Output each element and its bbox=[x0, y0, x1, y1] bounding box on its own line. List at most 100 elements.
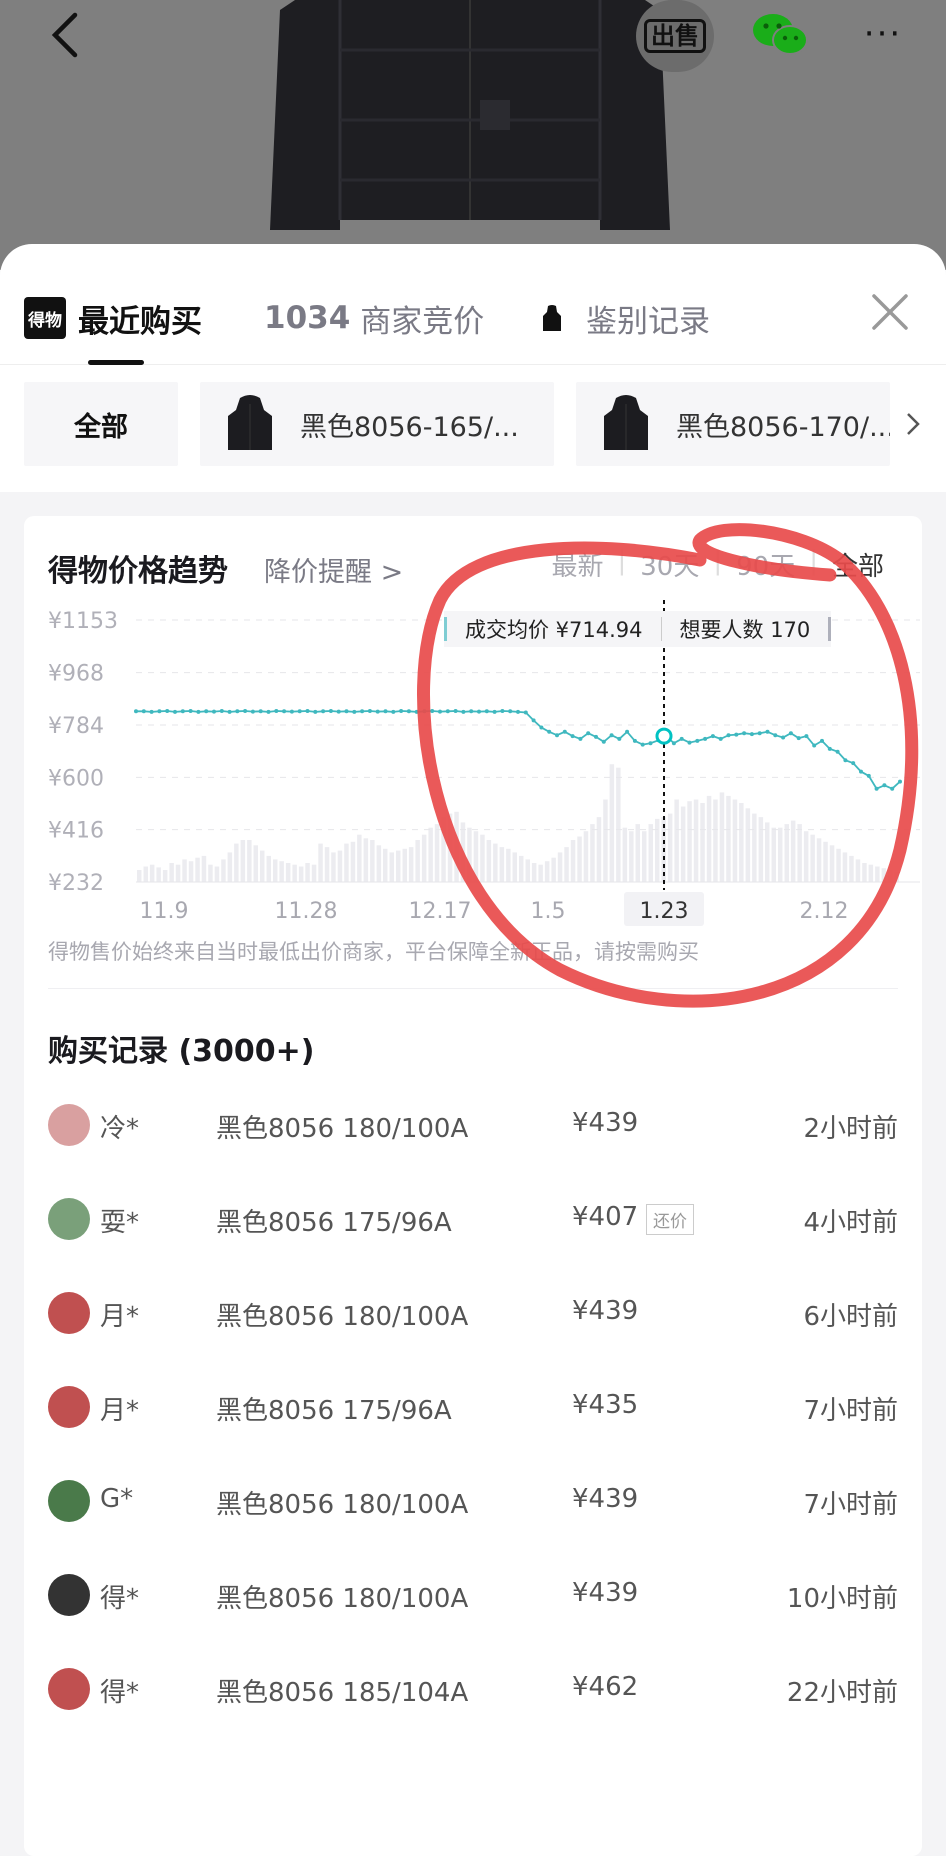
record-sku: 黑色8056 180/100A bbox=[216, 1302, 469, 1332]
volume-bar bbox=[357, 834, 362, 882]
price-point bbox=[562, 729, 567, 734]
price-point bbox=[328, 709, 333, 713]
price-point bbox=[282, 709, 287, 714]
record-time: 10小时前 bbox=[786, 1584, 898, 1614]
price-point bbox=[734, 732, 739, 737]
filter-chip-sku[interactable]: 黑色8056-165/... bbox=[200, 382, 554, 466]
range-tab-latest[interactable]: 最新 bbox=[537, 546, 617, 583]
volume-bar bbox=[214, 866, 220, 882]
volume-bar bbox=[499, 847, 505, 882]
price-point bbox=[289, 709, 294, 714]
price-point bbox=[243, 709, 248, 713]
volume-bar bbox=[376, 845, 382, 882]
purchase-records-title: 购买记录 (3000+) bbox=[48, 1034, 315, 1069]
price-point bbox=[414, 709, 419, 714]
price-point bbox=[742, 731, 747, 736]
price-point bbox=[180, 709, 185, 714]
tab-label: 鉴别记录 bbox=[586, 303, 710, 340]
record-sku: 黑色8056 185/104A bbox=[216, 1678, 469, 1708]
filter-chip-sku[interactable]: 黑色8056-170/... bbox=[576, 382, 890, 466]
jacket-image bbox=[270, 0, 670, 230]
volume-bar bbox=[292, 864, 297, 882]
price-point bbox=[344, 709, 349, 714]
volume-bar bbox=[493, 843, 498, 882]
record-price: ¥439 bbox=[572, 1484, 639, 1514]
record-price: ¥439 bbox=[572, 1108, 639, 1138]
x-tick-label: 1.5 bbox=[531, 899, 566, 924]
volume-bar bbox=[460, 822, 466, 882]
tab-merchant-bids[interactable]: 1034 商家竞价 bbox=[264, 288, 484, 348]
price-point bbox=[601, 739, 606, 744]
chevron-right-icon[interactable] bbox=[902, 406, 926, 442]
purchase-record-row[interactable]: 得* 黑色8056 185/104A ¥462 22小时前 bbox=[24, 1650, 922, 1730]
price-point bbox=[812, 743, 817, 748]
range-tab-90d[interactable]: 90天 bbox=[722, 546, 809, 583]
y-tick-label: ¥600 bbox=[48, 766, 104, 791]
price-point bbox=[391, 709, 396, 714]
volume-bar bbox=[596, 817, 602, 882]
volume-bar bbox=[875, 866, 880, 882]
volume-bar bbox=[311, 864, 317, 882]
price-point bbox=[508, 709, 513, 714]
range-tab-30d[interactable]: 30天 bbox=[626, 546, 713, 583]
volume-bar bbox=[823, 841, 828, 882]
wechat-icon[interactable] bbox=[750, 10, 810, 60]
volume-bar bbox=[564, 847, 569, 882]
price-disclaimer: 得物售价始终来自当时最低出价商家，平台保障全新正品，请按需购买 bbox=[48, 940, 699, 964]
record-sku: 黑色8056 175/96A bbox=[216, 1208, 452, 1238]
sell-button[interactable]: 出售 bbox=[636, 0, 714, 72]
price-point bbox=[250, 709, 255, 714]
volume-bar bbox=[758, 817, 764, 882]
volume-bar bbox=[389, 852, 394, 882]
section-divider bbox=[48, 988, 898, 989]
record-time: 7小时前 bbox=[803, 1490, 898, 1520]
more-button[interactable]: ··· bbox=[858, 14, 908, 54]
price-point bbox=[671, 741, 676, 746]
back-button[interactable] bbox=[44, 10, 84, 60]
volume-bar bbox=[829, 845, 835, 882]
volume-bar bbox=[642, 831, 647, 882]
volume-bar bbox=[732, 799, 738, 882]
price-point bbox=[781, 735, 786, 740]
volume-bar bbox=[350, 841, 356, 882]
price-point bbox=[235, 709, 240, 714]
tab-recent-purchases[interactable]: 得物 最近购买 bbox=[24, 288, 202, 348]
volume-bar bbox=[771, 827, 776, 882]
price-point bbox=[196, 709, 201, 714]
price-point bbox=[461, 709, 466, 714]
price-point bbox=[492, 709, 497, 714]
volume-bar bbox=[784, 824, 789, 882]
price-point bbox=[749, 732, 754, 737]
range-selector: 最新 | 30天 | 90天 | 全部 bbox=[537, 546, 898, 583]
filter-chip-all[interactable]: 全部 bbox=[24, 382, 178, 466]
volume-bar bbox=[557, 852, 563, 882]
record-price: ¥439 bbox=[572, 1296, 639, 1326]
volume-bar bbox=[473, 831, 479, 882]
close-icon[interactable] bbox=[868, 290, 912, 334]
price-point bbox=[843, 758, 848, 763]
price-point bbox=[625, 729, 630, 734]
range-tab-all[interactable]: 全部 bbox=[818, 546, 898, 583]
purchase-record-row[interactable]: 得* 黑色8056 180/100A ¥439 10小时前 bbox=[24, 1556, 922, 1636]
tab-authentication-records[interactable]: 鉴别记录 bbox=[542, 288, 710, 348]
more-dots-icon: ··· bbox=[863, 14, 903, 54]
x-tick-label: 11.28 bbox=[275, 899, 338, 924]
price-point bbox=[274, 709, 279, 713]
price-point bbox=[219, 709, 224, 713]
record-user: 耍* bbox=[100, 1208, 140, 1238]
volume-bar bbox=[803, 831, 809, 882]
purchase-record-row[interactable]: 耍* 黑色8056 175/96A ¥407 还价 4小时前 bbox=[24, 1180, 922, 1260]
price-point bbox=[757, 731, 762, 736]
purchase-record-row[interactable]: 冷* 黑色8056 180/100A ¥439 2小时前 bbox=[24, 1086, 922, 1166]
record-price: ¥435 bbox=[572, 1390, 639, 1420]
price-drop-alert-link[interactable]: 降价提醒 > bbox=[264, 550, 403, 589]
price-point bbox=[827, 746, 832, 751]
purchase-record-row[interactable]: 月* 黑色8056 180/100A ¥439 6小时前 bbox=[24, 1274, 922, 1354]
price-point bbox=[266, 709, 271, 714]
hoodie-icon bbox=[543, 305, 561, 331]
jacket-thumbnail bbox=[604, 395, 648, 450]
purchase-record-row[interactable]: 月* 黑色8056 175/96A ¥435 7小时前 bbox=[24, 1368, 922, 1448]
purchase-record-row[interactable]: G* 黑色8056 180/100A ¥439 7小时前 bbox=[24, 1462, 922, 1542]
volume-bar bbox=[428, 827, 433, 882]
price-point bbox=[874, 786, 879, 791]
